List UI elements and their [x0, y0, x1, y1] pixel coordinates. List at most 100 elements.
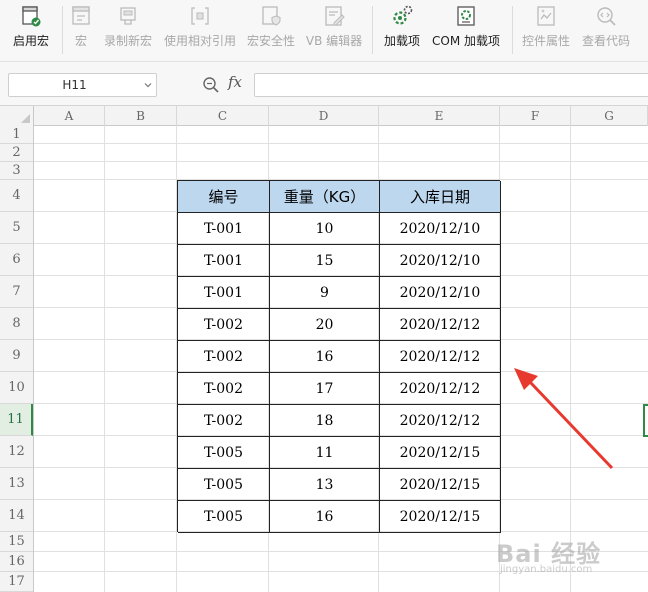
- row-header-12[interactable]: 12: [0, 436, 33, 468]
- com-add-ins-icon: [457, 6, 475, 26]
- select-all-corner[interactable]: [0, 106, 34, 126]
- table-cell[interactable]: T-005: [178, 469, 270, 501]
- table-cell[interactable]: 13: [270, 469, 380, 501]
- table-cell[interactable]: T-001: [178, 277, 270, 309]
- zoom-icon[interactable]: [202, 76, 220, 94]
- column-header-d[interactable]: D: [269, 106, 379, 126]
- table-cell[interactable]: 15: [270, 245, 380, 277]
- macro-security-icon: [262, 6, 281, 26]
- vb-editor-button[interactable]: VB 编辑器: [302, 0, 366, 62]
- ribbon-toolbar: 启用宏 宏 录制新宏 使用相对引用 宏安全性 VB 编辑器 加载项 COM 加载…: [0, 0, 648, 62]
- ribbon-label: COM 加载项: [432, 34, 500, 48]
- table-cell[interactable]: 2020/12/10: [380, 213, 501, 245]
- table-cell[interactable]: T-001: [178, 245, 270, 277]
- table-cell[interactable]: 18: [270, 405, 380, 437]
- row-header-6[interactable]: 6: [0, 244, 33, 276]
- relative-reference-button[interactable]: 使用相对引用: [160, 0, 240, 62]
- table-cell[interactable]: 16: [270, 501, 380, 533]
- ribbon-label: 宏: [74, 34, 87, 48]
- vb-editor-icon: [325, 6, 345, 26]
- row-header-16[interactable]: 16: [0, 552, 33, 572]
- row-header-14[interactable]: 14: [0, 500, 33, 532]
- table-cell[interactable]: T-002: [178, 341, 270, 373]
- view-code-button[interactable]: 查看代码: [578, 0, 634, 62]
- row-header-1[interactable]: 1: [0, 126, 33, 144]
- formula-bar: H11 fx: [0, 62, 648, 106]
- table-header-cell[interactable]: 入库日期: [380, 181, 501, 213]
- table-cell[interactable]: 2020/12/15: [380, 469, 501, 501]
- add-ins-icon: [393, 5, 413, 25]
- table-cell[interactable]: T-005: [178, 501, 270, 533]
- macro-security-button[interactable]: 宏安全性: [244, 0, 298, 62]
- table-cell[interactable]: T-002: [178, 373, 270, 405]
- table-cell[interactable]: 2020/12/12: [380, 373, 501, 405]
- enable-macro-button[interactable]: 启用宏: [4, 0, 58, 62]
- row-header-8[interactable]: 8: [0, 308, 33, 340]
- formula-input[interactable]: [254, 73, 648, 97]
- ribbon-label: 查看代码: [581, 34, 630, 48]
- table-cell[interactable]: 2020/12/10: [380, 277, 501, 309]
- column-header-a[interactable]: A: [34, 106, 105, 126]
- record-macro-button[interactable]: 录制新宏: [100, 0, 156, 62]
- watermark-subtitle: jingyan.baidu.com: [500, 564, 593, 575]
- ribbon-separator: [372, 6, 373, 54]
- control-properties-icon: [537, 6, 555, 26]
- com-add-ins-button[interactable]: COM 加载项: [428, 0, 504, 62]
- table-cell[interactable]: 9: [270, 277, 380, 309]
- table-cell[interactable]: 10: [270, 213, 380, 245]
- table-header-cell[interactable]: 编号: [178, 181, 270, 213]
- row-header-7[interactable]: 7: [0, 276, 33, 308]
- table-cell[interactable]: 17: [270, 373, 380, 405]
- row-header-11[interactable]: 11: [0, 404, 33, 436]
- table-cell[interactable]: T-001: [178, 213, 270, 245]
- add-ins-button[interactable]: 加载项: [378, 0, 426, 62]
- ribbon-label: VB 编辑器: [305, 34, 363, 48]
- row-header-4[interactable]: 4: [0, 180, 33, 212]
- column-header-f[interactable]: F: [500, 106, 571, 126]
- column-header-b[interactable]: B: [105, 106, 177, 126]
- table-cell[interactable]: T-002: [178, 309, 270, 341]
- selected-cell-indicator: [643, 404, 648, 437]
- control-properties-button[interactable]: 控件属性: [518, 0, 574, 62]
- table-cell[interactable]: T-005: [178, 437, 270, 469]
- row-header-2[interactable]: 2: [0, 144, 33, 162]
- table-cell[interactable]: 2020/12/12: [380, 309, 501, 341]
- ribbon-label: 使用相对引用: [163, 34, 236, 48]
- row-header-bar: 1 2 3 4 5 6 7 8 9 10 11 12 13 14 15 16 17: [0, 126, 34, 592]
- macro-enable-icon: [22, 6, 41, 27]
- gridline-vertical: [104, 126, 105, 592]
- row-header-17[interactable]: 17: [0, 572, 33, 592]
- table-cell[interactable]: 20: [270, 309, 380, 341]
- ribbon-separator: [62, 6, 63, 54]
- row-header-13[interactable]: 13: [0, 468, 33, 500]
- table-cell[interactable]: 16: [270, 341, 380, 373]
- view-code-icon: [597, 7, 616, 26]
- table-cell[interactable]: 2020/12/15: [380, 501, 501, 533]
- name-box-value: H11: [62, 78, 87, 92]
- table-cell[interactable]: 2020/12/10: [380, 245, 501, 277]
- table-cell[interactable]: 11: [270, 437, 380, 469]
- row-header-15[interactable]: 15: [0, 532, 33, 552]
- row-header-10[interactable]: 10: [0, 372, 33, 404]
- table-cell[interactable]: 2020/12/15: [380, 437, 501, 469]
- macro-icon: [72, 6, 90, 25]
- table-cell[interactable]: 2020/12/12: [380, 405, 501, 437]
- name-box[interactable]: H11: [8, 73, 157, 97]
- column-header-g[interactable]: G: [571, 106, 648, 126]
- macro-button[interactable]: 宏: [66, 0, 96, 62]
- column-header-bar: ABCDEFG: [0, 106, 648, 126]
- fx-icon[interactable]: fx: [228, 73, 242, 91]
- column-header-c[interactable]: C: [177, 106, 269, 126]
- row-header-9[interactable]: 9: [0, 340, 33, 372]
- table-cell[interactable]: 2020/12/12: [380, 341, 501, 373]
- row-header-3[interactable]: 3: [0, 162, 33, 180]
- ribbon-label: 宏安全性: [246, 34, 295, 48]
- chevron-down-icon[interactable]: [144, 81, 152, 89]
- row-header-5[interactable]: 5: [0, 212, 33, 244]
- relative-reference-icon: [191, 7, 209, 25]
- ribbon-label: 启用宏: [12, 34, 49, 48]
- ribbon-separator: [512, 6, 513, 54]
- table-header-cell[interactable]: 重量（KG）: [270, 181, 380, 213]
- table-cell[interactable]: T-002: [178, 405, 270, 437]
- column-header-e[interactable]: E: [379, 106, 500, 126]
